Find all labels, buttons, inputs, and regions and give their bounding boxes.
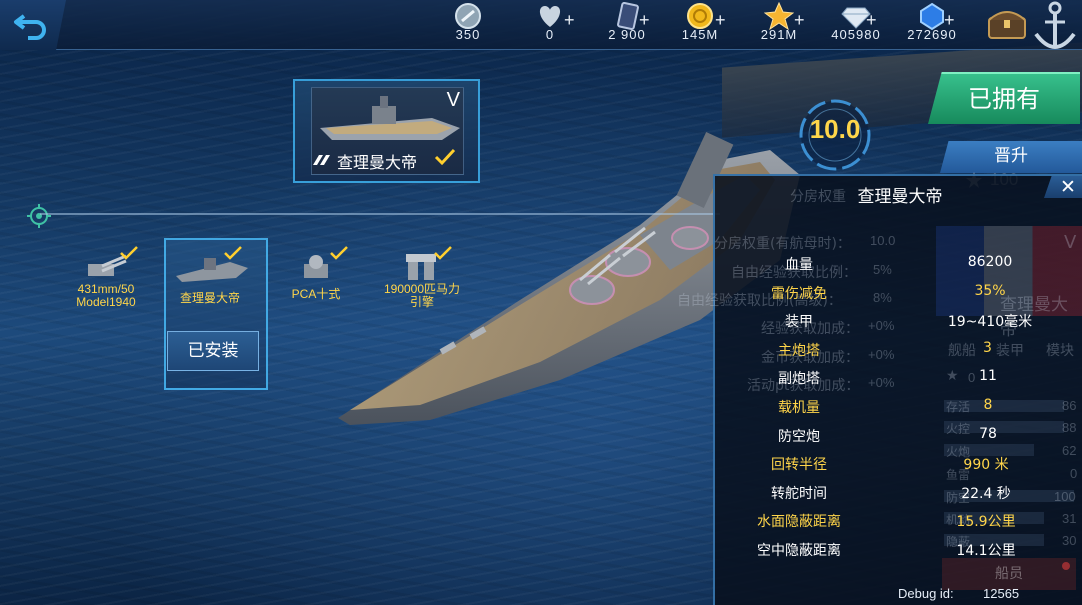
- owned-button[interactable]: 已拥有: [928, 72, 1080, 124]
- ghost-text: 30: [1062, 533, 1077, 548]
- resource-diamond[interactable]: + 405980: [826, 0, 886, 50]
- stat-value: 78: [979, 426, 997, 442]
- resource-blue-gem[interactable]: + 272690: [902, 0, 962, 50]
- resource-value: 350: [455, 27, 481, 42]
- stat-label: 装甲: [785, 314, 813, 330]
- notification-dot: [1062, 562, 1070, 570]
- resource-silver[interactable]: 350: [446, 0, 490, 50]
- ghost-text: 10.0: [870, 233, 896, 248]
- ship-name: 查理曼大帝: [337, 153, 418, 172]
- module-hull-selected[interactable]: 查理曼大帝 已安装: [164, 238, 268, 390]
- ghost-text: 86: [1062, 398, 1077, 413]
- card-icon: [617, 2, 639, 30]
- ghost-text: +0%: [868, 347, 895, 362]
- stat-label: 转舵时间: [771, 486, 827, 502]
- crosshair-icon[interactable]: [27, 204, 51, 228]
- stat-value: 19~410毫米: [947, 314, 1033, 330]
- stat-label: 主炮塔: [778, 343, 820, 359]
- blue-gem-icon: [920, 2, 944, 30]
- silver-coin-icon: [455, 3, 481, 29]
- stat-value: 11: [979, 368, 997, 384]
- promote-button[interactable]: 晋升: [940, 141, 1082, 173]
- stat-value: 3: [983, 340, 992, 356]
- resource-value: 272690: [907, 27, 957, 42]
- panel-title: 查理曼大帝: [857, 187, 943, 207]
- resource-value: 405980: [831, 27, 881, 42]
- module-label: 查理曼大帝: [179, 291, 240, 305]
- stat-value: 15.9公里: [956, 514, 1016, 530]
- fire-control-icon: [304, 255, 328, 278]
- stat-label: 血量: [785, 257, 813, 273]
- ghost-text: 0: [1070, 466, 1078, 481]
- stat-value: 8: [983, 397, 993, 413]
- star-icon: [764, 2, 794, 30]
- resource-gold[interactable]: + 145M: [680, 0, 726, 50]
- treasure-chest-icon[interactable]: [986, 6, 1028, 42]
- debug-label: Debug id:: [898, 586, 954, 601]
- checkmark-icon: [224, 246, 242, 260]
- selected-ship-card[interactable]: V 查理曼大帝: [293, 79, 480, 183]
- ghost-text: 5%: [873, 262, 892, 277]
- checkmark-icon: [434, 148, 456, 166]
- module-label: PCA十式: [291, 287, 341, 301]
- stat-value: 22.4 秒: [961, 486, 1011, 502]
- ghost-text: V: [1064, 232, 1077, 253]
- resource-value: 2 900: [608, 27, 646, 42]
- close-icon: ✕: [1060, 177, 1076, 198]
- ghost-text: 8%: [873, 290, 892, 305]
- top-resource-bar: 350 + 0 + 2 900 + 145M + 291M + 405980 +…: [0, 0, 1082, 50]
- module-label: 431mm/50 Model1940: [76, 282, 136, 309]
- checkmark-icon: [434, 246, 452, 260]
- stat-value: 14.1公里: [956, 543, 1016, 559]
- module-track-line: [40, 213, 720, 215]
- stat-label: 回转半径: [771, 457, 827, 473]
- back-arrow-icon: [14, 14, 46, 40]
- resource-value: 145M: [681, 27, 719, 42]
- resource-card[interactable]: + 2 900: [604, 0, 650, 50]
- ghost-text: 100: [1054, 489, 1076, 504]
- ghost-text: 62: [1062, 443, 1077, 458]
- module-main-gun[interactable]: 431mm/50 Model1940: [62, 244, 150, 314]
- stat-value: 35%: [974, 283, 1006, 299]
- ghost-text: 88: [1062, 420, 1077, 435]
- stat-label: 防空炮: [778, 429, 820, 445]
- ghost-text: 模块: [1046, 343, 1074, 359]
- resource-star[interactable]: + 291M: [756, 0, 805, 50]
- stat-value: 990 米: [963, 457, 1009, 473]
- stat-value: 86200: [967, 254, 1013, 270]
- module-engine[interactable]: 190000匹马力 引擎: [372, 244, 472, 314]
- checkmark-icon: [330, 246, 348, 260]
- ghost-text: +0%: [868, 375, 895, 390]
- module-label: 190000匹马力 引擎: [383, 282, 461, 309]
- installed-button[interactable]: 已安装: [167, 331, 259, 371]
- ghost-text: +0%: [868, 318, 895, 333]
- stat-label: 副炮塔: [778, 371, 820, 387]
- resource-heart[interactable]: + 0: [530, 0, 575, 50]
- stat-label: 载机量: [778, 400, 820, 416]
- back-button[interactable]: [0, 0, 66, 50]
- ghost-text: 分房权重(有航母时)：: [714, 236, 851, 252]
- ghost-text: 31: [1062, 511, 1077, 526]
- debug-value: 12565: [983, 586, 1020, 601]
- resource-value: 0: [545, 27, 555, 42]
- ship-rating-badge: 10.0: [784, 96, 886, 174]
- battleship-class-icon: [313, 155, 330, 165]
- stat-label: 空中隐蔽距离: [757, 543, 841, 559]
- stat-label: 水面隐蔽距离: [757, 514, 841, 530]
- ship-tier: V: [446, 89, 460, 111]
- anchor-icon[interactable]: [1030, 0, 1080, 56]
- rating-value: 10.0: [809, 114, 861, 144]
- stat-label: 雷伤减免: [771, 286, 827, 302]
- heart-icon: [539, 6, 561, 27]
- resource-value: 291M: [760, 27, 798, 42]
- gold-coin-icon: [687, 3, 713, 29]
- checkmark-icon: [120, 246, 138, 260]
- module-fire-control[interactable]: PCA十式: [276, 244, 356, 304]
